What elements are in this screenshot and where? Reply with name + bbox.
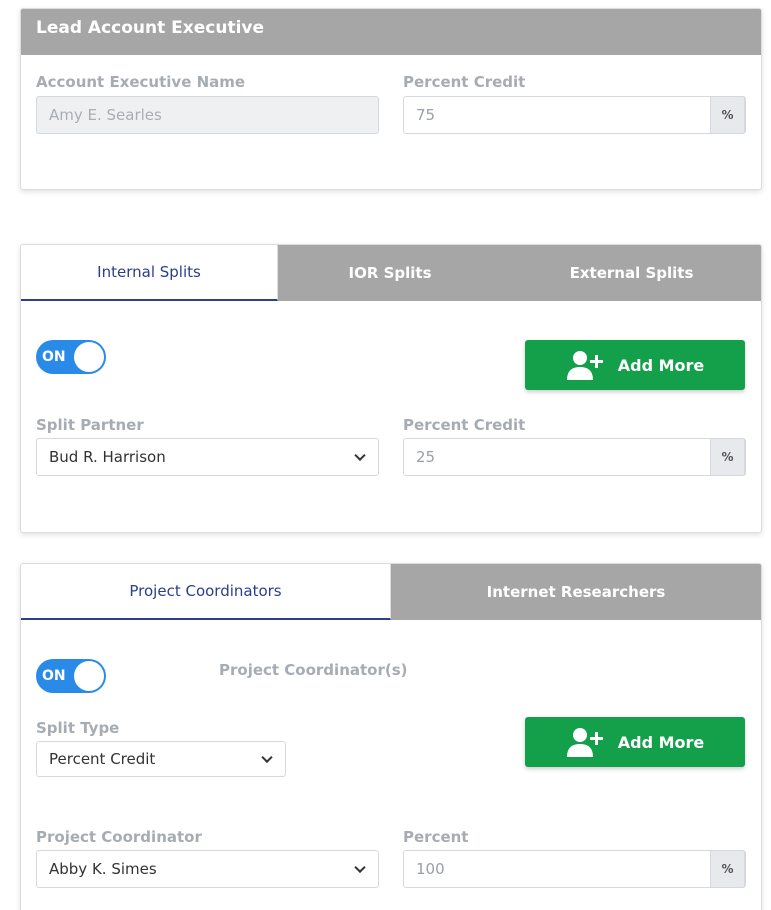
coordinator-percent-field[interactable]: 100 % xyxy=(403,850,746,888)
coordinator-percent-value: 100 xyxy=(416,860,445,878)
chevron-down-icon xyxy=(354,861,366,874)
split-type-value: Percent Credit xyxy=(49,750,156,768)
project-coordinator-select[interactable]: Abby K. Simes xyxy=(36,850,379,888)
split-type-label: Split Type xyxy=(36,719,120,737)
card-header: Lead Account Executive xyxy=(21,9,761,55)
percent-addon: % xyxy=(710,850,745,888)
splits-card: Internal Splits IOR Splits External Spli… xyxy=(20,244,762,533)
tab-ior-splits[interactable]: IOR Splits xyxy=(278,245,502,301)
percent-credit-field[interactable]: 75 % xyxy=(403,96,746,134)
percent-label: Percent xyxy=(403,828,469,846)
toggle-label: ON xyxy=(42,668,66,684)
split-partner-value: Bud R. Harrison xyxy=(49,448,166,466)
chevron-down-icon xyxy=(261,751,273,764)
tab-internal-splits[interactable]: Internal Splits xyxy=(21,245,278,301)
toggle-knob xyxy=(74,661,104,691)
add-more-button[interactable]: Add More xyxy=(525,717,745,767)
split-partner-label: Split Partner xyxy=(36,416,144,434)
split-percent-credit-field[interactable]: 25 % xyxy=(403,438,746,476)
percent-addon: % xyxy=(710,438,745,476)
account-executive-name-label: Account Executive Name xyxy=(36,73,246,91)
splits-tabs: Internal Splits IOR Splits External Spli… xyxy=(21,245,761,301)
toggle-label: ON xyxy=(42,349,66,365)
split-percent-value: 25 xyxy=(416,448,436,466)
project-coordinator-value: Abby K. Simes xyxy=(49,860,157,878)
project-coordinators-section-label: Project Coordinator(s) xyxy=(219,661,408,679)
coordinators-toggle[interactable]: ON xyxy=(36,659,106,693)
coordinators-card: Project Coordinators Internet Researcher… xyxy=(20,563,762,910)
toggle-knob xyxy=(74,342,104,372)
chevron-down-icon xyxy=(354,449,366,462)
percent-credit-value: 75 xyxy=(416,106,436,124)
user-plus-icon xyxy=(566,351,603,380)
add-more-label: Add More xyxy=(617,732,705,752)
lead-account-executive-card: Lead Account Executive Account Executive… xyxy=(20,8,762,190)
user-plus-icon xyxy=(566,728,603,757)
tab-internet-researchers[interactable]: Internet Researchers xyxy=(391,564,761,620)
coordinators-tabs: Project Coordinators Internet Researcher… xyxy=(21,564,761,620)
split-partner-select[interactable]: Bud R. Harrison xyxy=(36,438,379,476)
percent-credit-label: Percent Credit xyxy=(403,416,526,434)
account-executive-name-field: Amy E. Searles xyxy=(36,96,379,134)
percent-addon: % xyxy=(710,96,745,134)
split-type-select[interactable]: Percent Credit xyxy=(36,741,286,777)
add-more-label: Add More xyxy=(617,355,705,375)
tab-project-coordinators[interactable]: Project Coordinators xyxy=(21,564,391,620)
percent-credit-label: Percent Credit xyxy=(403,73,526,91)
splits-toggle[interactable]: ON xyxy=(36,340,106,374)
tab-external-splits[interactable]: External Splits xyxy=(502,245,761,301)
project-coordinator-label: Project Coordinator xyxy=(36,828,202,846)
add-more-button[interactable]: Add More xyxy=(525,340,745,390)
